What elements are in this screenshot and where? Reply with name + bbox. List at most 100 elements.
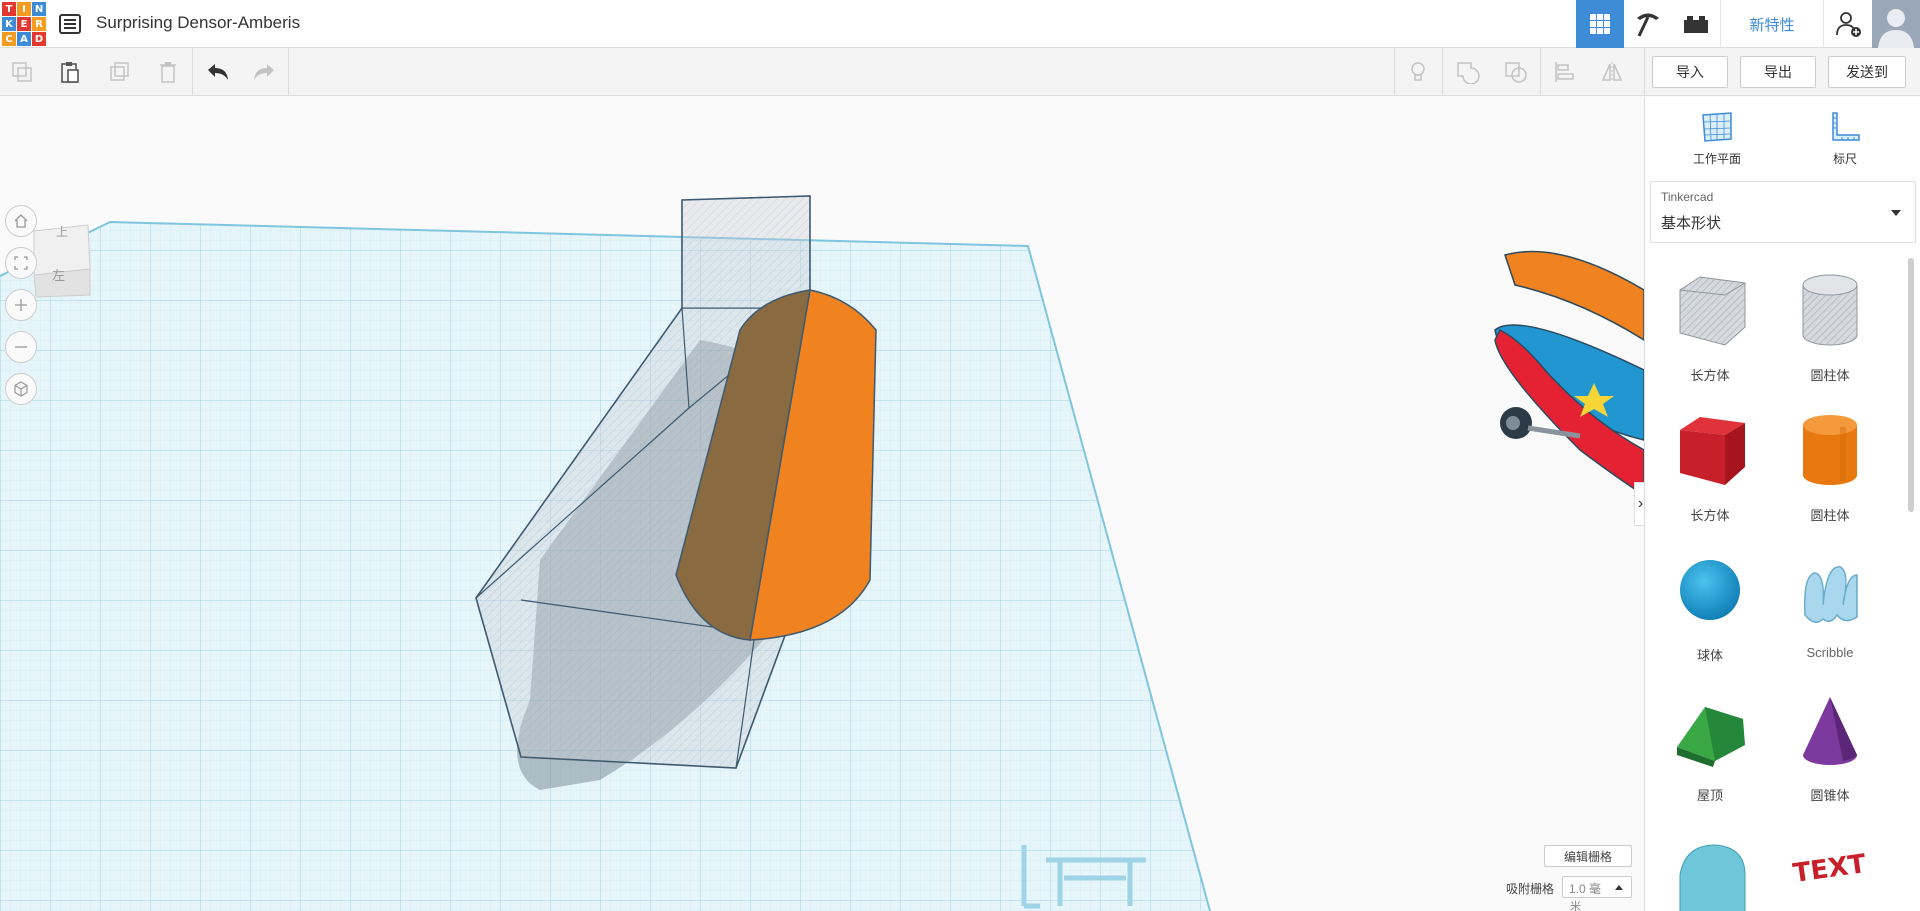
add-user-button[interactable] [1824,0,1872,48]
zoom-in-button[interactable] [5,289,37,321]
cone-icon [1803,697,1857,765]
import-button[interactable]: 导入 [1652,56,1728,88]
shape-roof[interactable]: 屋顶 [1655,685,1765,815]
toolbar-divider [1442,48,1443,96]
edit-toolbar: 导入 导出 发送到 [0,48,1920,96]
duplicate-icon [110,62,129,81]
align-button[interactable] [1548,56,1580,88]
plus-icon [15,299,27,311]
workplane-icon [1702,112,1732,142]
shape-half-cylinder[interactable] [1655,825,1765,911]
mirror-button[interactable] [1596,56,1628,88]
minecraft-pickaxe-button[interactable] [1624,0,1672,48]
top-bar: T I N K E R C A D Surprising Densor-Ambe… [0,0,1920,48]
ruler-tool[interactable]: 标尺 [1795,109,1895,167]
group-button[interactable] [1452,56,1484,88]
tinkercad-logo[interactable]: T I N K E R C A D [2,2,46,46]
snap-grid-value: 1.0 毫 [1569,882,1602,896]
lightbulb-icon [1411,62,1425,81]
zoom-out-button[interactable] [5,331,37,363]
toolbar-divider [192,48,193,96]
shape-scribble[interactable]: Scribble [1775,545,1885,675]
shape-label: 球体 [1696,648,1723,663]
workplane-tool[interactable]: 工作平面 [1667,109,1767,167]
view-cube-left-label: 左 [52,268,66,283]
ungroup-button[interactable] [1500,56,1532,88]
shape-cylinder-hole[interactable]: 圆柱体 [1775,265,1885,395]
svg-text:TEXT: TEXT [1791,849,1868,889]
paste-icon [61,62,79,83]
bricks-button[interactable] [1672,0,1720,48]
shape-label: 屋顶 [1696,788,1723,803]
user-avatar[interactable] [1872,0,1920,48]
workplane-scene[interactable] [0,97,1644,911]
logo-letter: C [2,32,16,46]
pickaxe-icon [1637,13,1659,37]
add-user-icon [1836,12,1861,37]
undo-button[interactable] [202,56,234,88]
group-icon [1457,62,1480,84]
grid-icon [1590,14,1610,34]
shape-label: 圆柱体 [1810,508,1850,523]
skateboard-model[interactable] [1494,250,1644,496]
send-to-button[interactable]: 发送到 [1828,56,1906,88]
roof-icon [1677,707,1745,767]
shape-sphere[interactable]: 球体 [1655,545,1765,675]
toolbar-divider [1394,48,1395,96]
logo-letter: E [17,17,31,31]
snap-grid-select[interactable]: 1.0 毫 [1562,876,1632,898]
export-button[interactable]: 导出 [1740,56,1816,88]
notes-button[interactable] [1402,56,1434,88]
minus-icon [15,346,27,348]
shape-box-hole[interactable]: 长方体 [1655,265,1765,395]
shape-label: 长方体 [1690,368,1730,383]
top-right-controls: 新特性 [1576,0,1920,48]
avatar-icon [1872,0,1920,48]
sphere-icon [1680,560,1740,620]
home-view-button[interactable] [5,205,37,237]
mirror-icon [1601,62,1623,82]
view-cube-top-label: 上 [56,225,69,239]
delete-button[interactable] [152,56,184,88]
copy-icon [12,62,32,82]
home-icon [14,214,28,228]
perspective-button[interactable] [5,373,37,405]
shape-cylinder[interactable]: 圆柱体 [1775,405,1885,535]
3d-view-button[interactable] [1576,0,1624,48]
design-list-icon[interactable] [56,10,84,38]
logo-letter: A [17,32,31,46]
fit-view-button[interactable] [5,247,37,279]
ungroup-icon [1505,62,1527,83]
toolbar-divider [288,48,289,96]
logo-letter: K [2,17,16,31]
shape-label: Scribble [1806,645,1854,660]
shapes-scrollbar[interactable] [1908,258,1914,512]
redo-button[interactable] [248,56,280,88]
view-cube[interactable]: 上 左 [28,221,94,299]
3d-viewport[interactable]: 上 左 编辑栅格 吸附栅格 1.0 毫 米 [0,97,1644,911]
new-features-button[interactable]: 新特性 [1720,0,1824,48]
logo-letter: I [17,2,31,16]
paste-button[interactable] [54,56,86,88]
text-icon: TEXT [1791,849,1868,889]
ruler-label: 标尺 [1832,152,1857,166]
cylinder-icon [1803,415,1857,485]
shape-label: 圆锥体 [1810,788,1850,803]
design-title[interactable]: Surprising Densor-Amberis [96,13,300,33]
copy-button[interactable] [6,56,38,88]
duplicate-button[interactable] [104,56,136,88]
shape-text[interactable]: TEXT [1775,825,1885,911]
library-owner: Tinkercad [1661,190,1714,204]
shape-cone[interactable]: 圆锥体 [1775,685,1885,815]
shape-box[interactable]: 长方体 [1655,405,1765,535]
snap-grid-label: 吸附栅格 [1506,882,1555,896]
cylinder-hole-icon [1802,274,1858,346]
toolbar-divider [1644,48,1645,96]
shape-label: 长方体 [1690,508,1730,523]
shape-library-dropdown[interactable]: Tinkercad 基本形状 [1650,181,1916,243]
fit-icon [14,256,28,270]
logo-letter: D [32,32,46,46]
edit-grid-button[interactable]: 编辑栅格 [1544,845,1632,867]
logo-letter: R [32,17,46,31]
half-cylinder-icon [1679,844,1746,911]
